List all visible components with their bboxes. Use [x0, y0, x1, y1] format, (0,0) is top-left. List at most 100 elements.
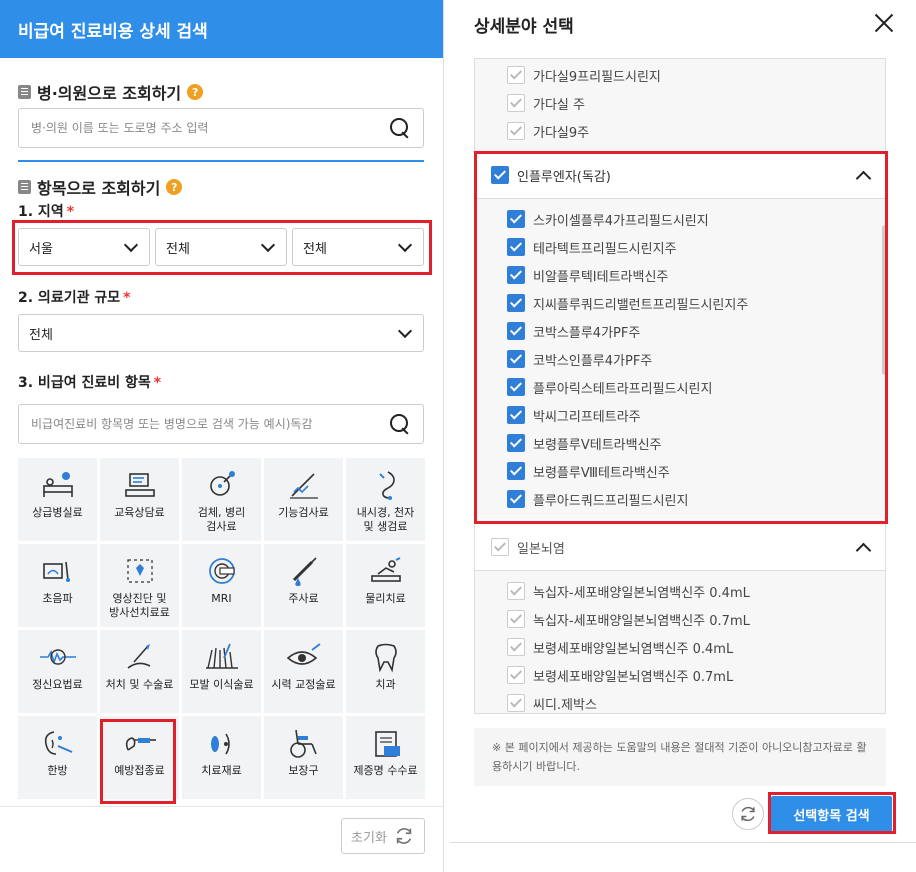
group-header-jencephalitis[interactable]: 일본뇌염: [475, 524, 885, 570]
list-item[interactable]: 녹십자-세포배양일본뇌염백신주 0.7mL: [475, 605, 885, 633]
wheelchair-icon: [284, 726, 324, 760]
checkbox[interactable]: [507, 66, 525, 84]
footer-divider: [450, 842, 916, 843]
certificate-icon: [366, 726, 406, 760]
category-tile[interactable]: 영상진단 및 방사선치료료: [100, 544, 179, 627]
acupuncture-icon: [38, 726, 78, 760]
category-tile[interactable]: 한방: [18, 716, 97, 799]
list-item[interactable]: 씨디.제박스: [475, 689, 885, 713]
panel-header: 비급여 진료비용 상세 검색: [0, 0, 443, 58]
scale-select[interactable]: 전체: [18, 314, 424, 352]
category-tile-label: 한방: [47, 764, 68, 777]
notice-text: ※ 본 페이지에서 제공하는 도움말의 내용은 절대적 기준이 아니오니참고자료…: [474, 728, 886, 786]
list-item-label: 보령세포배양일본뇌염백신주 0.4mL: [533, 641, 734, 657]
region-select-district[interactable]: 전체: [155, 228, 287, 266]
category-tile[interactable]: 초음파: [18, 544, 97, 627]
category-tile[interactable]: 검체, 병리 검사료: [182, 458, 261, 541]
specimen-icon: [202, 468, 242, 502]
chevron-up-icon[interactable]: [855, 542, 872, 558]
category-tile[interactable]: MRI: [182, 544, 261, 627]
reset-button[interactable]: 초기화: [341, 818, 425, 854]
hospital-search-box: [18, 108, 424, 148]
group-jencephalitis: 일본뇌염 녹십자-세포배양일본뇌염백신주 0.4mL 녹십자-세포배양일본뇌염백신…: [475, 523, 885, 713]
checkbox[interactable]: [507, 94, 525, 112]
help-icon[interactable]: ?: [187, 84, 204, 100]
checkbox[interactable]: [507, 694, 525, 712]
region-label: 1. 지역 *: [18, 204, 75, 220]
list-item-label: 녹십자-세포배양일본뇌염백신주 0.7mL: [533, 613, 750, 629]
hospital-search-input[interactable]: [31, 121, 389, 135]
category-tile[interactable]: 처치 및 수술료: [100, 630, 179, 713]
checkbox[interactable]: [507, 122, 525, 140]
category-tile[interactable]: 내시경, 천자 및 생검료: [346, 458, 425, 541]
category-tile[interactable]: 교육상담료: [100, 458, 179, 541]
list-item[interactable]: 가다실 주: [475, 89, 885, 117]
refresh-icon: [396, 828, 412, 844]
category-tile[interactable]: 정신요법료: [18, 630, 97, 713]
category-tile-label: 보장구: [288, 764, 319, 777]
list-item[interactable]: 녹십자-세포배양일본뇌염백신주 0.4mL: [475, 577, 885, 605]
category-tile[interactable]: 기능검사료: [264, 458, 343, 541]
region-select-city[interactable]: 서울: [18, 228, 150, 266]
list-item[interactable]: 가다실9주: [475, 117, 885, 145]
footer-divider: [0, 806, 444, 807]
refresh-button[interactable]: [732, 798, 764, 830]
modal-title: 상세분야 선택: [474, 17, 574, 37]
category-tile[interactable]: 치과: [346, 630, 425, 713]
category-tile-label: 기능검사료: [278, 506, 329, 519]
category-tile-label: 초음파: [42, 592, 73, 605]
refresh-icon: [741, 806, 755, 822]
category-tile-label: 교육상담료: [114, 506, 165, 519]
category-tile-label: MRI: [211, 592, 232, 605]
item-search-input[interactable]: [31, 417, 389, 431]
checkbox[interactable]: [491, 538, 509, 556]
mri-icon: [202, 554, 242, 588]
category-tile-label: 시력 교정술료: [271, 678, 336, 691]
highlight-box: [768, 792, 896, 834]
section-divider: [18, 160, 424, 162]
checkbox[interactable]: [507, 666, 525, 684]
category-tile-label: 치료재료: [201, 764, 242, 777]
category-tile[interactable]: 보장구: [264, 716, 343, 799]
list-item-label: 녹십자-세포배양일본뇌염백신주 0.4mL: [533, 585, 750, 601]
category-tile-label: 치과: [375, 678, 396, 691]
category-tile[interactable]: 제증명 수수료: [346, 716, 425, 799]
group-items-jencephalitis: 녹십자-세포배양일본뇌염백신주 0.4mL 녹십자-세포배양일본뇌염백신주 0.7…: [475, 570, 885, 713]
close-icon[interactable]: [873, 12, 895, 34]
highlight-box: [100, 719, 176, 804]
highlight-box: [474, 151, 888, 524]
category-tile-label: 제증명 수수료: [353, 764, 418, 777]
category-grid: 상급병실료 교육상담료 검체, 병리 검사료 기능검사료 내시경, 천자 및 생검료초음…: [18, 458, 425, 799]
category-tile[interactable]: 모발 이식술료: [182, 630, 261, 713]
category-tile[interactable]: 물리치료: [346, 544, 425, 627]
detail-modal: 상세분야 선택 가다실9프리필드시린지 가다실 주 가다실9주 인플루엔자(독감) …: [450, 0, 916, 872]
category-tile[interactable]: 주사료: [264, 544, 343, 627]
checkbox[interactable]: [507, 582, 525, 600]
help-icon[interactable]: ?: [166, 179, 183, 195]
search-icon[interactable]: [389, 117, 411, 139]
item-section-title: 항목으로 조회하기 ?: [18, 175, 183, 199]
checkbox[interactable]: [507, 638, 525, 656]
list-item-label: 가다실 주: [533, 97, 585, 113]
checkbox[interactable]: [507, 610, 525, 628]
category-tile[interactable]: 치료재료: [182, 716, 261, 799]
list-item[interactable]: 보령세포배양일본뇌염백신주 0.7mL: [475, 661, 885, 689]
category-tile[interactable]: 상급병실료: [18, 458, 97, 541]
search-icon[interactable]: [389, 413, 411, 435]
document-icon: [18, 180, 31, 194]
category-tile[interactable]: 시력 교정술료: [264, 630, 343, 713]
category-tile-label: 정신요법료: [32, 678, 83, 691]
region-select-town[interactable]: 전체: [292, 228, 424, 266]
counsel-icon: [120, 468, 160, 502]
category-tile-label: 처치 및 수술료: [105, 678, 174, 691]
category-tile-label: 주사료: [288, 592, 319, 605]
chevron-down-icon: [397, 323, 413, 338]
eye-icon: [284, 640, 324, 674]
tooth-icon: [366, 640, 406, 674]
surgery-icon: [120, 640, 160, 674]
building-icon: [18, 85, 31, 99]
bed-icon: [38, 468, 78, 502]
list-item[interactable]: 보령세포배양일본뇌염백신주 0.4mL: [475, 633, 885, 661]
list-item[interactable]: 가다실9프리필드시린지: [475, 61, 885, 89]
category-tile-label: 내시경, 천자 및 생검료: [356, 506, 415, 533]
